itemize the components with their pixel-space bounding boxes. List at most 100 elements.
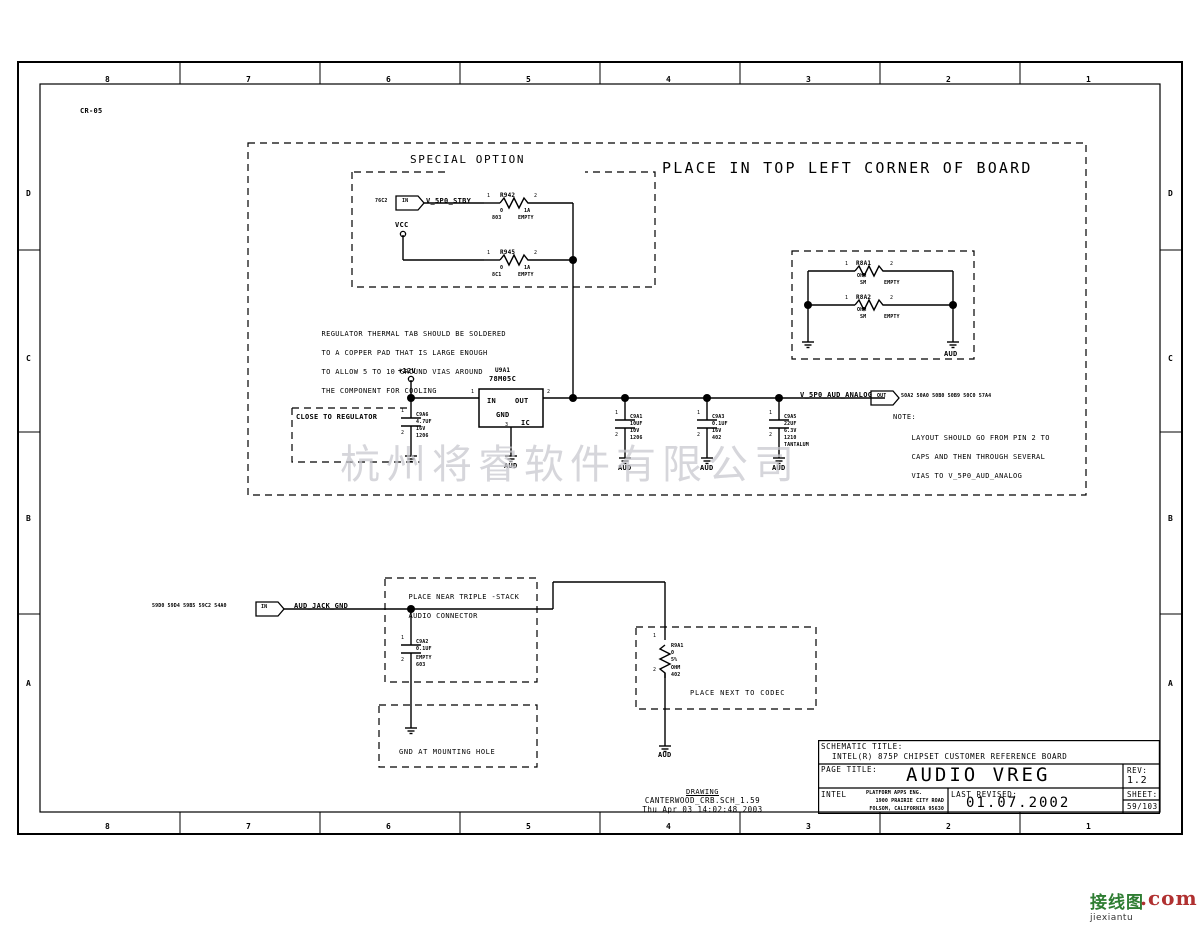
c9a6-val: 4.7UF [416,419,432,425]
c9a5-pin1: 1 [769,410,773,416]
xref-aud-analog: 50A2 50A0 50B0 50B9 50C0 57A4 [901,393,992,399]
place-next-to-codec-label: PLACE NEXT TO CODEC [690,689,786,697]
junction-dot-stby [569,256,577,264]
r945-pin2: 2 [534,250,538,256]
r9a1-pkg: 402 [671,672,681,678]
r9a1-val: 0 [671,650,675,656]
r9a1-ref: R9A1 [671,643,684,649]
schematic-sheet: 8 7 6 5 4 3 2 1 8 7 6 5 4 3 2 1 D C B A … [0,0,1200,926]
gnd-mounting-hole-label: GND AT MOUNTING HOLE [399,748,496,756]
r945-val1: 0 [500,265,504,271]
c9a3-val: 0.1UF [712,421,728,427]
u9a1-pin-in: IN [487,397,497,405]
c9a1-pkg: 1206 [630,435,643,441]
out-port-label: OUT [877,393,887,399]
c9a3-ref: C9A3 [712,414,725,420]
r942-pkg: 803 [492,215,502,221]
gnd-symbol-r9a1 [658,739,672,753]
gnd-label-u9a1: AUD [504,462,518,470]
r8a1-ref: R8A1 [856,260,872,267]
gnd-symbol-c9a1 [618,451,632,465]
u9a1-pin-gnd: GND [496,411,510,419]
xref-stby: 76C2 [375,198,388,204]
c9a2-pin1: 1 [401,635,405,641]
r9a1-pin1: 1 [653,633,657,639]
net-label-aud-jack-gnd: AUD_JACK_GND [294,602,349,610]
u9a1-pin-gnd-num: 3 [505,422,509,428]
r942-val2: 1A [524,208,531,214]
c9a5-extra: TANTALUM [784,442,809,448]
sheet-label: SHEET: [1127,790,1158,799]
thermal-note: REGULATOR THERMAL TAB SHOULD BE SOLDERED… [303,320,506,406]
triple-stack-line-1: PLACE NEAR TRIPLE -STACK [408,592,520,601]
c9a5-pkg: 1210 [784,435,797,441]
c9a1-val: 10UF [630,421,643,427]
sheet-value: 59/103 [1127,802,1158,811]
r942-ref: R942 [500,192,516,199]
gnd-symbol-c9a3 [700,451,714,465]
layout-note-line-2: CAPS AND THEN THROUGH SEVERAL [911,452,1046,461]
resistor-r942-symbol [499,196,533,210]
r942-pin2: 2 [534,193,538,199]
u9a1-pin-out-num: 2 [547,389,551,395]
r9a1-pin2: 2 [653,667,657,673]
c9a6-pkg: 1206 [416,433,429,439]
c9a6-volt: 16V [416,426,426,432]
c9a5-pin2: 2 [769,432,773,438]
special-option-heading: SPECIAL OPTION [410,153,526,166]
c9a1-pin2: 2 [615,432,619,438]
c9a1-pin1: 1 [615,410,619,416]
layout-note-label: NOTE: [893,413,917,421]
r945-val2: 1A [524,265,531,271]
thermal-note-line-1: REGULATOR THERMAL TAB SHOULD BE SOLDERED [321,329,507,338]
page-title: AUDIO VREG [906,764,1051,786]
gnd-label-r9a1: AUD [658,751,672,759]
r9a1-unit: OHM [671,665,681,671]
layout-note-line-3: VIAS TO V_5P0_AUD_ANALOG [911,471,1023,480]
net-label-v5p0-stby: V_5P0_STBY [426,197,472,205]
r8a1-pin1: 1 [845,261,849,267]
r8a1-unit: OHM [857,273,867,279]
gnd-label-r8a-right: AUD [944,350,958,358]
r9a1-tol: 5% [671,657,678,663]
net-label-12v: +12V [398,367,417,375]
drawing-stamp-timestamp: Thu Apr 03 14:02:48 2003 [642,805,763,814]
c9a2-note: EMPTY [416,655,432,661]
r8a2-unit: OHM [857,307,867,313]
drawing-stamp-file: CANTERWOOD_CRB.SCH_1.59 [644,796,761,805]
r8a2-pin1: 1 [845,295,849,301]
title-block: SCHEMATIC TITLE: INTEL(R) 875P CHIPSET C… [818,740,1160,814]
c9a3-pkg: 402 [712,435,722,441]
u9a1-pin-in-num: 1 [471,389,475,395]
page-title-label: PAGE TITLE: [821,765,878,774]
r8a1-note: EMPTY [884,280,900,286]
triple-stack-line-2: AUDIO CONNECTOR [408,611,478,620]
in-port-label-stby: IN [402,198,409,204]
rev-label: REV: [1127,766,1148,775]
r8a2-size: SM [860,314,867,320]
c9a2-val: 0.1UF [416,646,432,652]
r942-pin1: 1 [487,193,491,199]
r945-pkg: 8C1 [492,272,502,278]
r945-note: EMPTY [518,272,534,278]
c9a2-pkg: 603 [416,662,426,668]
resistor-r945-symbol [499,253,533,267]
gnd-symbol-r8a-left [801,335,815,349]
gnd-symbol-c9a5 [772,451,786,465]
c9a6-pin1: 1 [401,408,405,414]
r8a2-note: EMPTY [884,314,900,320]
layout-note: LAYOUT SHOULD GO FROM PIN 2 TO CAPS AND … [893,424,1050,491]
triple-stack-heading: PLACE NEAR TRIPLE -STACK AUDIO CONNECTOR [390,583,519,631]
c9a5-val: 22UF [784,421,797,427]
r8a1-size: SM [860,280,867,286]
department: PLATFORM APPS ENG. [866,790,922,796]
u9a1-ref: U9A1 [495,367,511,374]
address-line-1: 1900 PRAIRIE CITY ROAD [875,798,944,804]
drawing-stamp: DRAWING CANTERWOOD_CRB.SCH_1.59 Thu Apr … [595,788,810,814]
gnd-mounting-hole-dashed-box [378,704,538,768]
c9a1-ref: C9A1 [630,414,643,420]
net-label-vcc: VCC [395,221,409,229]
in-port-stby [395,195,425,211]
thermal-note-line-4: THE COMPONENT FOR COOLING [321,386,437,395]
net-label-aud-analog: V_5P0_AUD_ANALOG [800,391,873,399]
